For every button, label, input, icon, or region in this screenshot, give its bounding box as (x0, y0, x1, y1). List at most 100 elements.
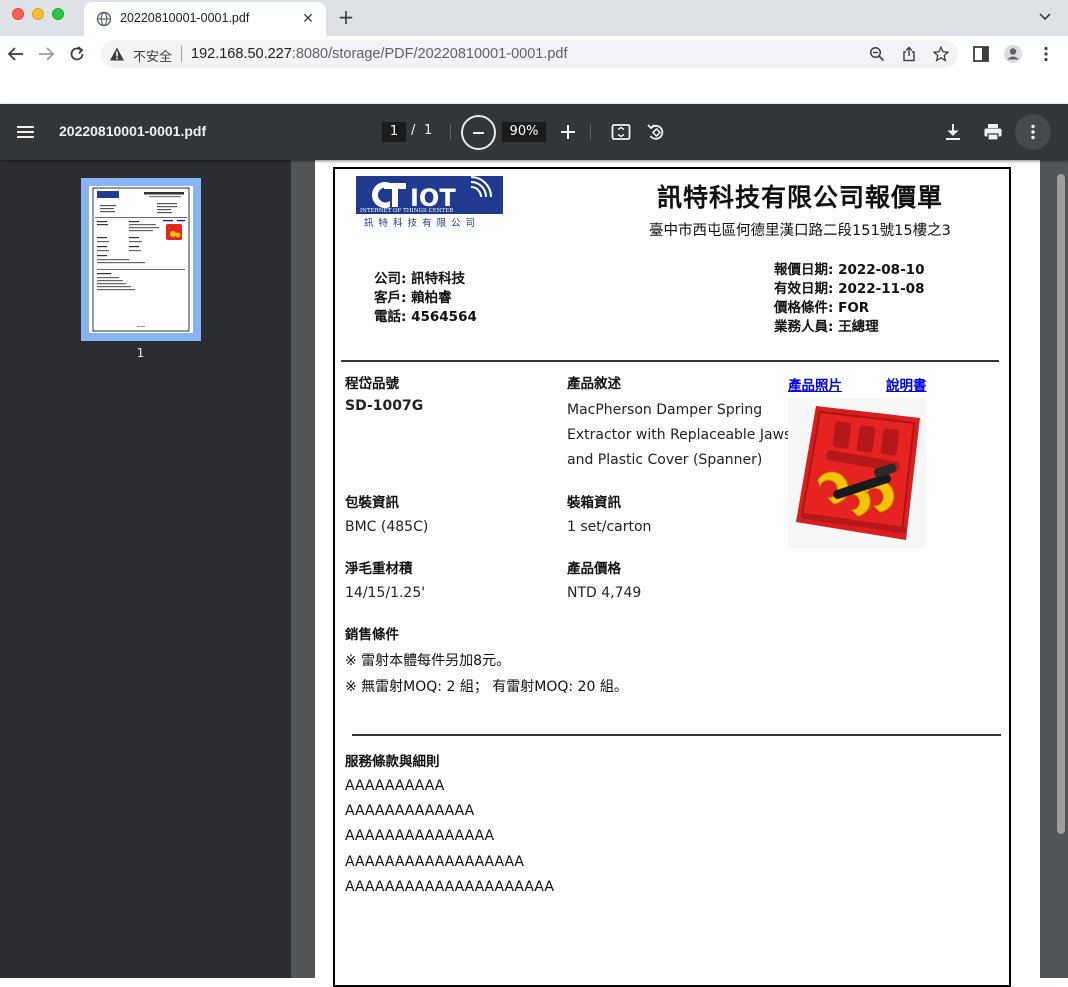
fit-to-page-icon[interactable] (611, 122, 631, 142)
section-divider (341, 360, 999, 362)
item-number-value: SD-1007G (345, 398, 424, 414)
chevron-down-icon[interactable] (1038, 10, 1052, 24)
scrollbar-thumb[interactable] (1057, 174, 1065, 834)
info-key: 電話: (374, 309, 407, 325)
info-value: FOR (838, 300, 870, 316)
bookmarks-bar-gap (0, 72, 1068, 104)
description-line: MacPherson Damper Spring (567, 402, 763, 418)
product-image[interactable] (788, 398, 926, 548)
info-value: 4564564 (411, 309, 477, 325)
profile-avatar-icon[interactable] (1003, 44, 1023, 64)
customer-info: 公司: 訊特科技 客戶: 賴柏睿 電話: 4564564 (374, 270, 477, 327)
pdf-toolbar: 20220810001-0001.pdf 1 / 1 90% (0, 104, 1068, 160)
thumbnail-page-number: 1 (136, 346, 145, 360)
iot-logo-graphic: IOT INTERNET OF THINGS CENTER 訊 特 科 技 有 … (356, 176, 503, 229)
info-key: 公司: (374, 271, 407, 287)
info-row-customer: 客戶: 賴柏睿 (374, 289, 477, 308)
rotate-counterclockwise-icon[interactable] (646, 122, 666, 142)
page-total: 1 (424, 123, 433, 138)
info-row-company: 公司: 訊特科技 (374, 270, 477, 289)
item-number-label: 程岱品號 (345, 376, 399, 392)
carton-label: 裝箱資訊 (567, 495, 621, 511)
info-key: 業務人員: (774, 319, 834, 335)
window-minimize-button[interactable] (32, 8, 44, 20)
info-key: 有效日期: (774, 281, 834, 297)
zoom-level-input[interactable]: 90% (502, 122, 546, 142)
back-arrow-icon[interactable] (6, 44, 26, 64)
service-term-line: AAAAAAAAAAAAAAAAAAAAA (345, 879, 554, 895)
toolbar-divider (450, 124, 451, 140)
hamburger-menu-icon[interactable] (16, 122, 36, 142)
company-address: 臺中市西屯區何德里漢口路二段151號15樓之3 (649, 223, 951, 239)
info-value: 王總理 (838, 319, 879, 335)
service-terms-label: 服務條款與細則 (345, 754, 440, 770)
price-value: NTD 4,749 (567, 585, 642, 601)
new-tab-button[interactable]: + (336, 6, 356, 28)
weight-label: 淨毛重材積 (345, 561, 413, 577)
info-key: 報價日期: (774, 262, 834, 278)
close-tab-icon[interactable]: ✕ (300, 11, 316, 27)
logo-chinese-name: 訊 特 科 技 有 限 公 司 (364, 217, 476, 229)
not-secure-label[interactable]: 不安全 (133, 46, 172, 65)
sales-term-line: ※ 無雷射MOQ: 2 組； 有雷射MOQ: 20 組。 (345, 679, 628, 695)
browser-tab-strip: 20220810001-0001.pdf ✕ + (0, 0, 1068, 36)
browser-menu-icon[interactable] (1036, 44, 1056, 64)
url-host: 192.168.50.227 (191, 46, 292, 62)
thumbnail-miniature (92, 187, 190, 332)
browser-tab-active[interactable]: 20220810001-0001.pdf ✕ (84, 2, 326, 36)
pdf-page: IOT INTERNET OF THINGS CENTER 訊 特 科 技 有 … (315, 160, 1040, 987)
address-divider (181, 46, 182, 62)
company-logo: IOT INTERNET OF THINGS CENTER 訊 特 科 技 有 … (356, 176, 503, 230)
page-separator: / (411, 123, 416, 138)
sales-terms-label: 銷售條件 (345, 627, 399, 643)
page-number-input[interactable]: 1 (382, 122, 406, 142)
carton-value: 1 set/carton (567, 519, 652, 535)
info-key: 價格條件: (774, 300, 834, 316)
logo-subtitle: INTERNET OF THINGS CENTER (360, 208, 454, 214)
description-label: 產品敘述 (567, 376, 621, 392)
service-term-line: AAAAAAAAAAAAA (345, 803, 475, 819)
zoom-magnifier-icon[interactable] (869, 46, 885, 62)
bookmark-star-icon[interactable] (933, 46, 949, 62)
more-actions-button[interactable] (1015, 114, 1051, 150)
forward-arrow-icon[interactable] (36, 44, 56, 64)
info-row-price-terms: 價格條件: FOR (774, 299, 924, 318)
download-icon[interactable] (943, 122, 963, 142)
quote-info: 報價日期: 2022-08-10 有效日期: 2022-11-08 價格條件: … (774, 261, 924, 337)
url-text[interactable]: 192.168.50.227:8080/storage/PDF/20220810… (191, 46, 568, 62)
description-line: and Plastic Cover (Spanner) (567, 452, 763, 468)
info-value: 2022-08-10 (838, 262, 925, 278)
product-photo-link[interactable]: 產品照片 (788, 374, 842, 394)
packing-label: 包裝資訊 (345, 495, 399, 511)
document-title: 訊特科技有限公司報價單 (657, 183, 944, 212)
window-zoom-button[interactable] (52, 8, 64, 20)
info-key: 客戶: (374, 290, 407, 306)
section-divider (352, 734, 1001, 736)
address-bar[interactable]: 不安全 192.168.50.227:8080/storage/PDF/2022… (101, 40, 958, 68)
window-close-button[interactable] (12, 8, 24, 20)
page-thumbnail[interactable] (81, 178, 201, 341)
side-panel-icon[interactable] (971, 44, 991, 64)
price-label: 產品價格 (567, 561, 621, 577)
zoom-out-button[interactable] (461, 115, 496, 150)
manual-link[interactable]: 說明書 (886, 374, 927, 394)
print-icon[interactable] (983, 122, 1003, 142)
warning-icon[interactable] (109, 46, 125, 62)
thumbnail-preview (89, 186, 193, 333)
reload-icon[interactable] (67, 44, 87, 64)
service-term-line: AAAAAAAAAA (345, 778, 445, 794)
description-line: Extractor with Replaceable Jaws (567, 427, 792, 443)
info-value: 訊特科技 (411, 271, 466, 287)
vertical-scrollbar[interactable] (1054, 160, 1068, 978)
share-icon[interactable] (901, 46, 917, 62)
info-value: 2022-11-08 (838, 281, 925, 297)
packing-value: BMC (485C) (345, 519, 429, 535)
product-photo-graphic (788, 398, 926, 548)
zoom-in-plus-icon[interactable] (559, 123, 577, 141)
service-term-line: AAAAAAAAAAAAAAAAAA (345, 854, 525, 870)
weight-value: 14/15/1.25' (345, 585, 426, 601)
globe-icon (96, 11, 112, 27)
thumbnail-sidebar: 1 (0, 160, 291, 978)
info-row-valid-date: 有效日期: 2022-11-08 (774, 280, 924, 299)
browser-toolbar: 不安全 192.168.50.227:8080/storage/PDF/2022… (0, 36, 1068, 72)
